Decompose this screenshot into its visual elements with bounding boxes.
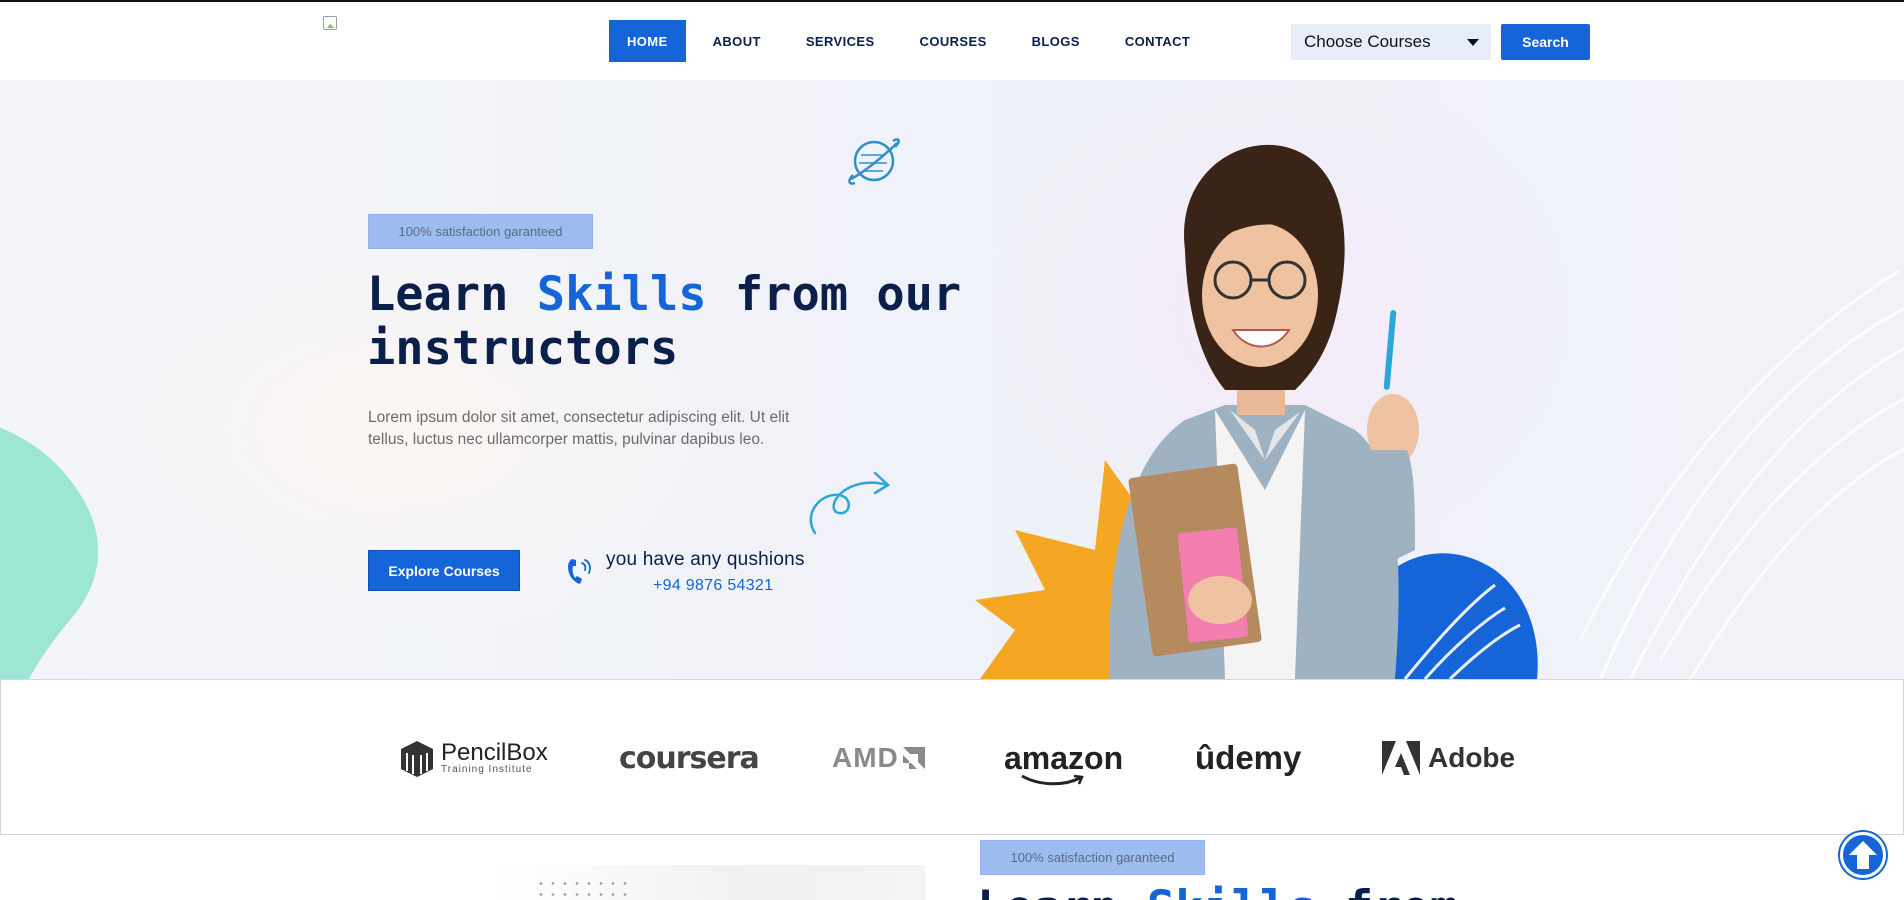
phone-icon bbox=[568, 559, 591, 584]
questions-text: you have any qushions bbox=[606, 549, 805, 570]
hero-description: Lorem ipsum dolor sit amet, consectetur … bbox=[368, 409, 790, 448]
nav-services[interactable]: SERVICES bbox=[788, 20, 893, 62]
peek-title-part1: Learn bbox=[977, 881, 1147, 900]
hero-title-part1: Learn bbox=[367, 267, 537, 322]
nav-about[interactable]: ABOUT bbox=[695, 20, 779, 62]
course-select[interactable]: Choose Courses bbox=[1291, 24, 1491, 60]
amd-arrow-icon bbox=[902, 747, 925, 769]
hero-title-highlight: Skills bbox=[536, 267, 707, 322]
dots-pattern-decoration bbox=[535, 878, 635, 900]
amazon-label: amazon bbox=[1004, 739, 1124, 776]
nav-home[interactable]: HOME bbox=[609, 20, 686, 62]
search-button[interactable]: Search bbox=[1501, 24, 1590, 60]
teal-blob-decoration bbox=[0, 427, 99, 679]
main-nav: HOME ABOUT SERVICES COURSES BLOGS CONTAC… bbox=[609, 20, 1217, 62]
nav-blogs[interactable]: BLOGS bbox=[1014, 20, 1098, 62]
adobe-icon bbox=[1382, 741, 1420, 775]
adobe-label: Adobe bbox=[1428, 742, 1516, 773]
partner-amazon[interactable]: amazon bbox=[1004, 680, 1123, 836]
amd-label: AMD bbox=[832, 742, 899, 773]
satisfaction-badge-secondary: 100% satisfaction garanteed bbox=[980, 840, 1205, 875]
pencilbox-sub: Training Institute bbox=[441, 763, 533, 775]
hero-section: 100% satisfaction garanteed Learn Skills… bbox=[0, 80, 1904, 679]
arrow-up-icon bbox=[1849, 841, 1877, 869]
scroll-to-top-button[interactable] bbox=[1840, 832, 1886, 878]
nav-contact[interactable]: CONTACT bbox=[1107, 20, 1208, 62]
section-title-peek: Learn Skills from bbox=[977, 882, 1458, 900]
planet-icon bbox=[848, 138, 900, 185]
partner-pencilbox[interactable]: PencilBox Training Institute bbox=[399, 680, 548, 836]
hero-title: Learn Skills from our instructors bbox=[367, 268, 967, 376]
swirl-lines-decoration bbox=[1578, 268, 1904, 679]
satisfaction-badge: 100% satisfaction garanteed bbox=[368, 214, 593, 249]
nav-courses[interactable]: COURSES bbox=[902, 20, 1005, 62]
peek-title-part2: from bbox=[1317, 881, 1458, 900]
pencilbox-name: PencilBox bbox=[441, 738, 548, 766]
logo-broken-image-icon[interactable] bbox=[323, 16, 339, 32]
pencilbox-icon bbox=[401, 741, 433, 777]
caret-down-icon bbox=[1467, 39, 1479, 46]
partner-adobe[interactable]: Adobe bbox=[1382, 680, 1515, 836]
peek-title-highlight: Skills bbox=[1147, 881, 1317, 900]
amazon-smile-icon bbox=[1021, 774, 1084, 785]
explore-courses-button[interactable]: Explore Courses bbox=[368, 550, 520, 591]
site-header: HOME ABOUT SERVICES COURSES BLOGS CONTAC… bbox=[0, 2, 1904, 80]
partners-strip: PencilBox Training Institute coursera AM… bbox=[0, 679, 1904, 835]
curly-arrow-icon bbox=[809, 471, 890, 535]
partner-udemy[interactable]: ûdemy bbox=[1195, 680, 1301, 836]
phone-number[interactable]: +94 9876 54321 bbox=[653, 577, 773, 595]
course-select-value: Choose Courses bbox=[1304, 32, 1431, 51]
partner-amd[interactable]: AMD bbox=[832, 680, 927, 836]
hero-instructor-image bbox=[975, 144, 1538, 679]
partner-coursera[interactable]: coursera bbox=[619, 680, 760, 836]
